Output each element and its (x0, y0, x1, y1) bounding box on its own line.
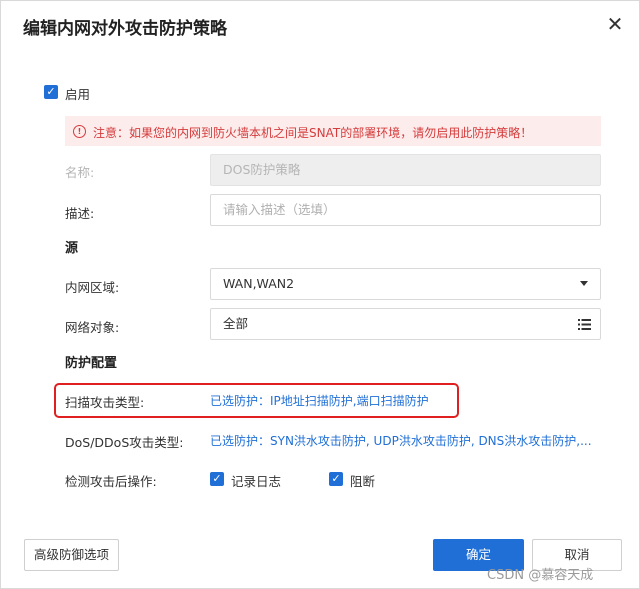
network-object-value: 全部 (223, 316, 249, 331)
warning-banner: ! 注意：如果您的内网到防火墙本机之间是SNAT的部署环境，请勿启用此防护策略！ (65, 116, 601, 146)
name-input: DOS防护策略 (210, 154, 601, 186)
log-checkbox[interactable]: ✓ (210, 472, 224, 486)
post-detect-action-label: 检测攻击后操作: (65, 474, 157, 489)
section-source-title: 源 (65, 241, 79, 256)
description-input[interactable]: 请输入描述（选填） (210, 194, 601, 226)
zone-select[interactable]: WAN,WAN2 (210, 268, 601, 300)
dos-attack-link[interactable]: 已选防护：SYN洪水攻击防护, UDP洪水攻击防护, DNS洪水攻击防护,... (210, 432, 592, 449)
block-checkbox[interactable]: ✓ (329, 472, 343, 486)
name-label: 名称: (65, 165, 95, 180)
enable-label: 启用 (65, 87, 91, 102)
list-icon[interactable] (578, 319, 591, 330)
close-icon[interactable]: ✕ (604, 13, 626, 35)
network-object-select[interactable]: 全部 (210, 308, 601, 340)
warning-icon: ! (73, 125, 86, 138)
zone-label: 内网区域: (65, 280, 120, 295)
block-label: 阻断 (350, 474, 376, 489)
warning-text: 注意：如果您的内网到防火墙本机之间是SNAT的部署环境，请勿启用此防护策略！ (93, 126, 533, 140)
dialog-title: 编辑内网对外攻击防护策略 (23, 19, 227, 39)
edit-policy-dialog: 编辑内网对外攻击防护策略 ✕ ✓ 启用 ! 注意：如果您的内网到防火墙本机之间是… (0, 0, 640, 589)
dos-attack-label: DoS/DDoS攻击类型: (65, 435, 184, 450)
log-label: 记录日志 (231, 474, 282, 489)
section-protection-title: 防护配置 (65, 356, 118, 371)
network-object-label: 网络对象: (65, 320, 120, 335)
zone-select-value: WAN,WAN2 (223, 276, 295, 291)
advanced-options-button[interactable]: 高级防御选项 (24, 539, 119, 571)
chevron-down-icon (580, 281, 588, 286)
watermark: CSDN @慕容天成 (487, 568, 594, 583)
scan-attack-link[interactable]: 已选防护：IP地址扫描防护,端口扫描防护 (210, 392, 429, 409)
enable-checkbox[interactable]: ✓ (44, 85, 58, 99)
description-label: 描述: (65, 206, 95, 221)
scan-attack-label: 扫描攻击类型: (65, 395, 145, 410)
